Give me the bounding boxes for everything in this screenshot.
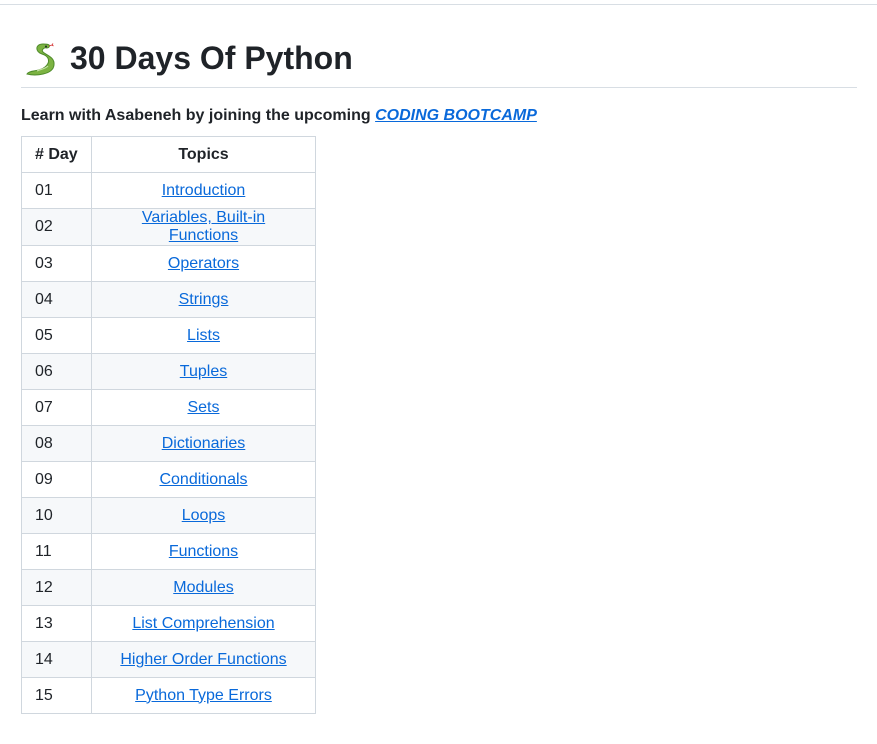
day-number: 10	[21, 497, 92, 534]
topic-link[interactable]: Functions	[169, 543, 238, 560]
table-row: 12 Modules	[21, 569, 316, 606]
table-row: 05 Lists	[21, 317, 316, 354]
topic-link[interactable]: Sets	[187, 399, 219, 416]
topic-cell: Dictionaries	[91, 425, 316, 462]
topic-link[interactable]: Introduction	[162, 182, 246, 199]
table-row: 09 Conditionals	[21, 461, 316, 498]
coding-bootcamp-link[interactable]: CODING BOOTCAMP	[375, 107, 537, 124]
day-number: 07	[21, 389, 92, 426]
topic-link[interactable]: Python Type Errors	[135, 687, 272, 704]
table-row: 06 Tuples	[21, 353, 316, 390]
table-row: 04 Strings	[21, 281, 316, 318]
header-topics: Topics	[91, 136, 316, 173]
topic-link[interactable]: Loops	[182, 507, 226, 524]
subtitle: Learn with Asabeneh by joining the upcom…	[21, 107, 857, 125]
day-number: 12	[21, 569, 92, 606]
topic-cell: Lists	[91, 317, 316, 354]
subtitle-text: Learn with Asabeneh by joining the upcom…	[21, 107, 376, 124]
day-number: 02	[21, 208, 92, 246]
topic-cell: Conditionals	[91, 461, 316, 498]
topic-cell: Variables, Built-in Functions	[91, 208, 316, 246]
table-row: 08 Dictionaries	[21, 425, 316, 462]
day-number: 05	[21, 317, 92, 354]
topic-cell: Higher Order Functions	[91, 641, 316, 678]
topic-cell: List Comprehension	[91, 605, 316, 642]
topic-cell: Modules	[91, 569, 316, 606]
day-number: 09	[21, 461, 92, 498]
table-row: 11 Functions	[21, 533, 316, 570]
topic-cell: Introduction	[91, 172, 316, 209]
table-body: 01 Introduction 02 Variables, Built-in Func…	[21, 172, 316, 714]
topic-link[interactable]: Variables, Built-in Functions	[142, 209, 265, 244]
table-row: 14 Higher Order Functions	[21, 641, 316, 678]
topic-link[interactable]: Lists	[187, 327, 220, 344]
day-number: 13	[21, 605, 92, 642]
topic-cell: Strings	[91, 281, 316, 318]
table-row: 15 Python Type Errors	[21, 677, 316, 714]
title-row: 30 Days Of Python	[21, 36, 857, 88]
snake-icon	[26, 43, 55, 76]
topic-link[interactable]: Strings	[179, 291, 229, 308]
table-row: 10 Loops	[21, 497, 316, 534]
topic-cell: Operators	[91, 245, 316, 282]
table-row: 13 List Comprehension	[21, 605, 316, 642]
table-header-row: # Day Topics	[21, 136, 316, 173]
day-number: 04	[21, 281, 92, 318]
topic-cell: Functions	[91, 533, 316, 570]
topic-link[interactable]: Dictionaries	[162, 435, 246, 452]
day-number: 03	[21, 245, 92, 282]
topic-link[interactable]: Modules	[173, 579, 233, 596]
topic-cell: Sets	[91, 389, 316, 426]
page-title: 30 Days Of Python	[70, 40, 353, 76]
topic-cell: Loops	[91, 497, 316, 534]
day-number: 01	[21, 172, 92, 209]
table-row: 02 Variables, Built-in Functions	[21, 208, 316, 246]
topic-cell: Python Type Errors	[91, 677, 316, 714]
topic-cell: Tuples	[91, 353, 316, 390]
day-number: 06	[21, 353, 92, 390]
readme-content: 30 Days Of Python Learn with Asabeneh by…	[21, 0, 857, 714]
table-row: 01 Introduction	[21, 172, 316, 209]
day-number: 08	[21, 425, 92, 462]
header-day: # Day	[21, 136, 92, 173]
topic-link[interactable]: List Comprehension	[132, 615, 274, 632]
day-number: 14	[21, 641, 92, 678]
table-row: 03 Operators	[21, 245, 316, 282]
day-number: 11	[21, 533, 92, 570]
topic-link[interactable]: Conditionals	[159, 471, 247, 488]
table-row: 07 Sets	[21, 389, 316, 426]
topic-link[interactable]: Operators	[168, 255, 239, 272]
days-table: # Day Topics 01 Introduction 02 Variables, …	[21, 136, 316, 714]
topic-link[interactable]: Tuples	[180, 363, 227, 380]
topic-link[interactable]: Higher Order Functions	[120, 651, 286, 668]
day-number: 15	[21, 677, 92, 714]
